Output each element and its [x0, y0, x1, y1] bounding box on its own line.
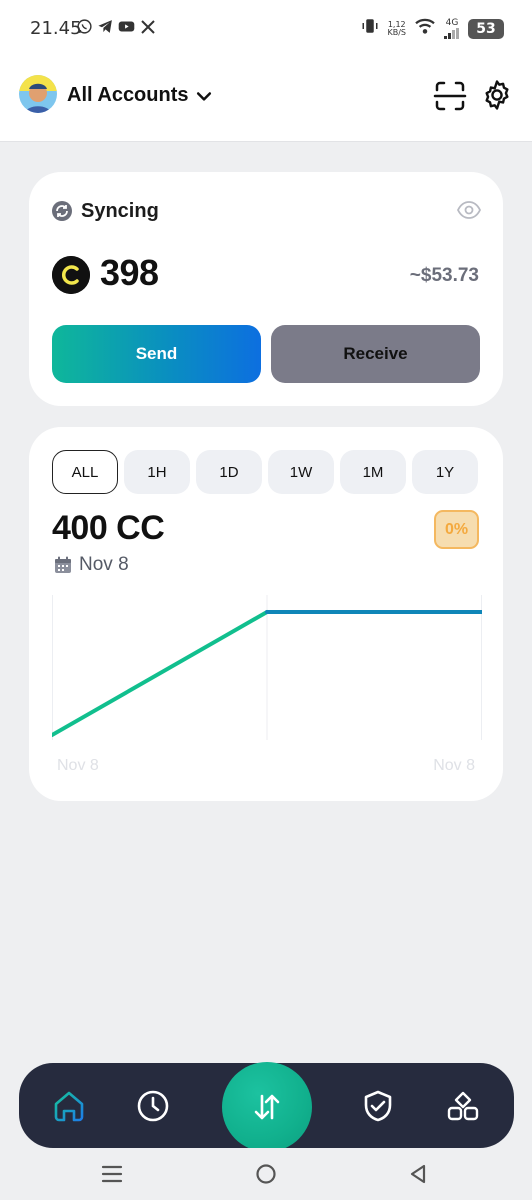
send-button[interactable]: Send: [52, 325, 261, 383]
receive-button[interactable]: Receive: [271, 325, 480, 383]
telegram-icon: [97, 18, 114, 35]
fiat-value: ~$53.73: [409, 265, 479, 286]
system-indicators: 1,12 KB/S 4G 53: [361, 16, 504, 41]
balance-amount: 398: [100, 252, 159, 293]
shield-check-icon: [364, 1090, 392, 1122]
sync-status: Syncing: [81, 200, 159, 222]
battery-indicator: 53: [468, 18, 504, 39]
scan-qr-button[interactable]: [432, 78, 468, 114]
change-badge: 0%: [434, 510, 479, 549]
balance-card: Syncing 398 ~$53.73 Send Receive: [29, 172, 503, 406]
coin-icon: [52, 256, 90, 294]
nav-home-button[interactable]: [52, 1089, 86, 1123]
price-chart: [52, 595, 482, 740]
tab-all[interactable]: ALL: [52, 450, 118, 494]
scan-icon: [433, 81, 467, 111]
chevron-down-icon[interactable]: [194, 86, 214, 106]
x-axis-label-start: Nov 8: [57, 757, 99, 774]
back-triangle-icon: [410, 1164, 426, 1184]
circle-icon: [256, 1164, 276, 1184]
bottom-navigation: [19, 1062, 514, 1152]
chart-value: 400 CC: [52, 509, 165, 547]
sync-icon: [52, 201, 72, 221]
signal-bars-icon: [444, 27, 459, 39]
avatar[interactable]: [19, 75, 57, 113]
nav-security-button[interactable]: [361, 1089, 395, 1123]
swap-arrows-icon: [254, 1094, 280, 1120]
menu-icon: [101, 1165, 123, 1183]
wifi-icon: [414, 17, 436, 40]
tab-1d[interactable]: 1D: [196, 450, 262, 494]
network-type: 4G: [445, 17, 459, 28]
calendar-icon: [54, 556, 72, 574]
recent-apps-button[interactable]: [100, 1162, 124, 1186]
chart-line-segment: [52, 610, 269, 737]
whatsapp-icon: [76, 18, 93, 35]
vibrate-icon: [361, 16, 379, 41]
x-icon: [139, 18, 156, 35]
time-range-tabs: ALL 1H 1D 1W 1M 1Y: [52, 450, 478, 494]
back-button[interactable]: [406, 1162, 430, 1186]
tab-1w[interactable]: 1W: [268, 450, 334, 494]
nav-swap-button[interactable]: [222, 1062, 312, 1152]
network-speed-unit: KB/S: [387, 27, 406, 37]
price-chart-card: ALL 1H 1D 1W 1M 1Y 400 CC 0% Nov 8 Nov 8…: [29, 427, 503, 801]
status-time: 21.45: [30, 18, 82, 39]
system-navigation-bar: [0, 1148, 532, 1200]
chart-date: Nov 8: [79, 554, 129, 575]
home-icon: [54, 1091, 84, 1122]
tab-1h[interactable]: 1H: [124, 450, 190, 494]
x-axis-label-end: Nov 8: [433, 757, 475, 774]
tab-1m[interactable]: 1M: [340, 450, 406, 494]
app-header: All Accounts: [0, 58, 532, 142]
status-bar: 21.45 1,12 KB/S 4G 53: [0, 0, 532, 58]
home-system-button[interactable]: [254, 1162, 278, 1186]
gear-icon: [485, 80, 509, 110]
tab-1y[interactable]: 1Y: [412, 450, 478, 494]
notification-icons: [76, 18, 156, 35]
settings-button[interactable]: [480, 78, 514, 112]
clock-icon: [137, 1090, 169, 1122]
eye-icon[interactable]: [456, 200, 482, 220]
account-selector-title[interactable]: All Accounts: [67, 84, 189, 107]
youtube-icon: [118, 18, 135, 35]
network-speed: 1,12 KB/S: [387, 20, 406, 37]
nav-history-button[interactable]: [136, 1089, 170, 1123]
apps-icon: [447, 1091, 479, 1121]
signal-indicator: 4G: [444, 17, 460, 39]
nav-apps-button[interactable]: [446, 1089, 480, 1123]
